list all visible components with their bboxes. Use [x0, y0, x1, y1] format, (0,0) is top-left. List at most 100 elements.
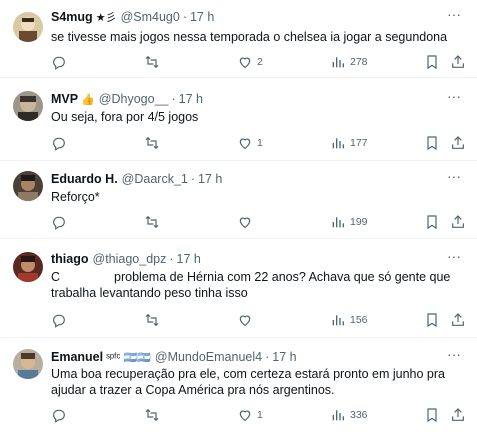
views-button[interactable]: 156: [330, 310, 368, 330]
view-count: 199: [350, 216, 368, 228]
like-count: 1: [257, 137, 263, 149]
tweet[interactable]: Emanuel ˢᵖᶠᶜ 🇦🇷🇦🇷 @MundoEmanuel4 · 17 h …: [0, 338, 477, 438]
like-button[interactable]: 2: [237, 52, 263, 72]
separator-dot: ·: [265, 350, 270, 364]
avatar[interactable]: [13, 91, 43, 121]
view-count: 177: [350, 137, 368, 149]
bookmark-button[interactable]: [424, 133, 440, 153]
like-button[interactable]: 1: [237, 405, 263, 425]
separator-dot: ·: [169, 252, 174, 266]
retweet-icon: [145, 215, 159, 229]
bookmark-button[interactable]: [424, 310, 440, 330]
bookmark-button[interactable]: [424, 52, 440, 72]
share-button[interactable]: [450, 310, 466, 330]
share-icon: [452, 408, 464, 421]
timestamp[interactable]: 17 h: [190, 10, 214, 24]
author-name[interactable]: S4mug: [51, 10, 93, 24]
retweet-button[interactable]: [144, 133, 160, 153]
separator-dot: ·: [190, 172, 196, 186]
timestamp[interactable]: 17 h: [198, 172, 222, 186]
tweet-header: MVP 👍 @Dhyogo__ · 17 h: [51, 90, 203, 108]
share-button[interactable]: [450, 52, 466, 72]
tweet-text: Ou seja, fora por 4/5 jogos: [51, 110, 199, 124]
tweet[interactable]: Eduardo H. @Daarck_1 · 17 h ··· Reforço*…: [0, 161, 477, 239]
share-button[interactable]: [450, 212, 466, 232]
retweet-button[interactable]: [144, 52, 160, 72]
author-name[interactable]: Eduardo H.: [51, 172, 118, 186]
like-button[interactable]: 1: [237, 133, 263, 153]
like-count: 1: [257, 409, 263, 421]
reply-button[interactable]: [51, 310, 67, 330]
views-button[interactable]: 278: [330, 52, 368, 72]
reply-button[interactable]: [51, 52, 67, 72]
author-handle[interactable]: @Dhyogo__: [99, 92, 169, 106]
author-name[interactable]: Emanuel: [51, 350, 103, 364]
reply-button[interactable]: [51, 212, 67, 232]
tweet[interactable]: thiago @thiago_dpz · 17 h ··· Cproblema …: [0, 239, 477, 338]
bookmark-button[interactable]: [424, 212, 440, 232]
author-handle[interactable]: @MundoEmanuel4: [155, 350, 262, 364]
tweet-actions: 156: [51, 310, 467, 330]
author-handle[interactable]: @Sm4ug0: [121, 10, 180, 24]
share-button[interactable]: [450, 405, 466, 425]
more-options-icon[interactable]: ···: [447, 6, 461, 22]
author-name[interactable]: MVP: [51, 92, 78, 106]
retweet-icon: [145, 55, 159, 69]
retweet-icon: [145, 313, 159, 327]
like-button[interactable]: [237, 310, 257, 330]
share-button[interactable]: [450, 133, 466, 153]
views-button[interactable]: 177: [330, 133, 368, 153]
avatar[interactable]: [13, 349, 43, 379]
author-name[interactable]: thiago: [51, 252, 89, 266]
timestamp[interactable]: 17 h: [179, 92, 203, 106]
tweet-header: Emanuel ˢᵖᶠᶜ 🇦🇷🇦🇷 @MundoEmanuel4 · 17 h: [51, 348, 297, 366]
tweet[interactable]: MVP 👍 @Dhyogo__ · 17 h ··· Ou seja, fora…: [0, 78, 477, 161]
more-options-icon[interactable]: ···: [447, 168, 461, 184]
retweet-button[interactable]: [144, 212, 160, 232]
views-button[interactable]: 199: [330, 212, 368, 232]
view-count: 336: [350, 409, 368, 421]
reply-icon: [53, 409, 65, 423]
views-icon: [332, 217, 344, 228]
timestamp[interactable]: 17 h: [177, 252, 201, 266]
text-start: C: [51, 270, 61, 284]
avatar[interactable]: [13, 12, 43, 42]
more-options-icon[interactable]: ···: [447, 346, 461, 362]
reply-button[interactable]: [51, 133, 67, 153]
retweet-button[interactable]: [144, 405, 160, 425]
share-icon: [452, 136, 464, 149]
tweet-actions: 1 336: [51, 405, 467, 425]
bookmark-icon: [427, 313, 437, 328]
reply-icon: [53, 56, 65, 70]
like-button[interactable]: [237, 212, 257, 232]
avatar[interactable]: [13, 252, 43, 282]
timestamp[interactable]: 17 h: [272, 350, 296, 364]
author-handle[interactable]: @thiago_dpz: [93, 252, 167, 266]
avatar[interactable]: [13, 171, 43, 201]
bookmark-button[interactable]: [424, 405, 440, 425]
views-button[interactable]: 336: [330, 405, 368, 425]
author-handle[interactable]: @Daarck_1: [122, 172, 188, 186]
heart-icon: [239, 410, 251, 422]
name-badge: ˢᵖᶠᶜ 🇦🇷🇦🇷: [106, 351, 151, 364]
text-line1: Uma boa recuperação pra ele, com certeza…: [51, 367, 445, 381]
tweet-header: S4mug ★彡 @Sm4ug0 · 17 h: [51, 8, 214, 26]
more-options-icon[interactable]: ···: [447, 248, 461, 264]
views-icon: [332, 138, 344, 149]
retweet-button[interactable]: [144, 310, 160, 330]
heart-icon: [239, 217, 251, 229]
heart-icon: [239, 315, 251, 327]
text-line1: problema de Hérnia com 22 anos? Achava q…: [114, 270, 451, 284]
text-line2: ajudar a trazer a Copa América pra nós a…: [51, 383, 335, 397]
tweet-actions: 2 278: [51, 52, 467, 72]
reply-icon: [53, 314, 65, 328]
share-icon: [452, 55, 464, 68]
bookmark-icon: [427, 408, 437, 423]
views-icon: [332, 315, 344, 326]
tweet-text: Cproblema de Hérnia com 22 anos? Achava …: [51, 269, 451, 301]
tweet[interactable]: S4mug ★彡 @Sm4ug0 · 17 h ··· se tivesse m…: [0, 0, 477, 78]
heart-icon: [239, 138, 251, 150]
reply-button[interactable]: [51, 405, 67, 425]
more-options-icon[interactable]: ···: [447, 88, 461, 104]
view-count: 156: [350, 314, 368, 326]
